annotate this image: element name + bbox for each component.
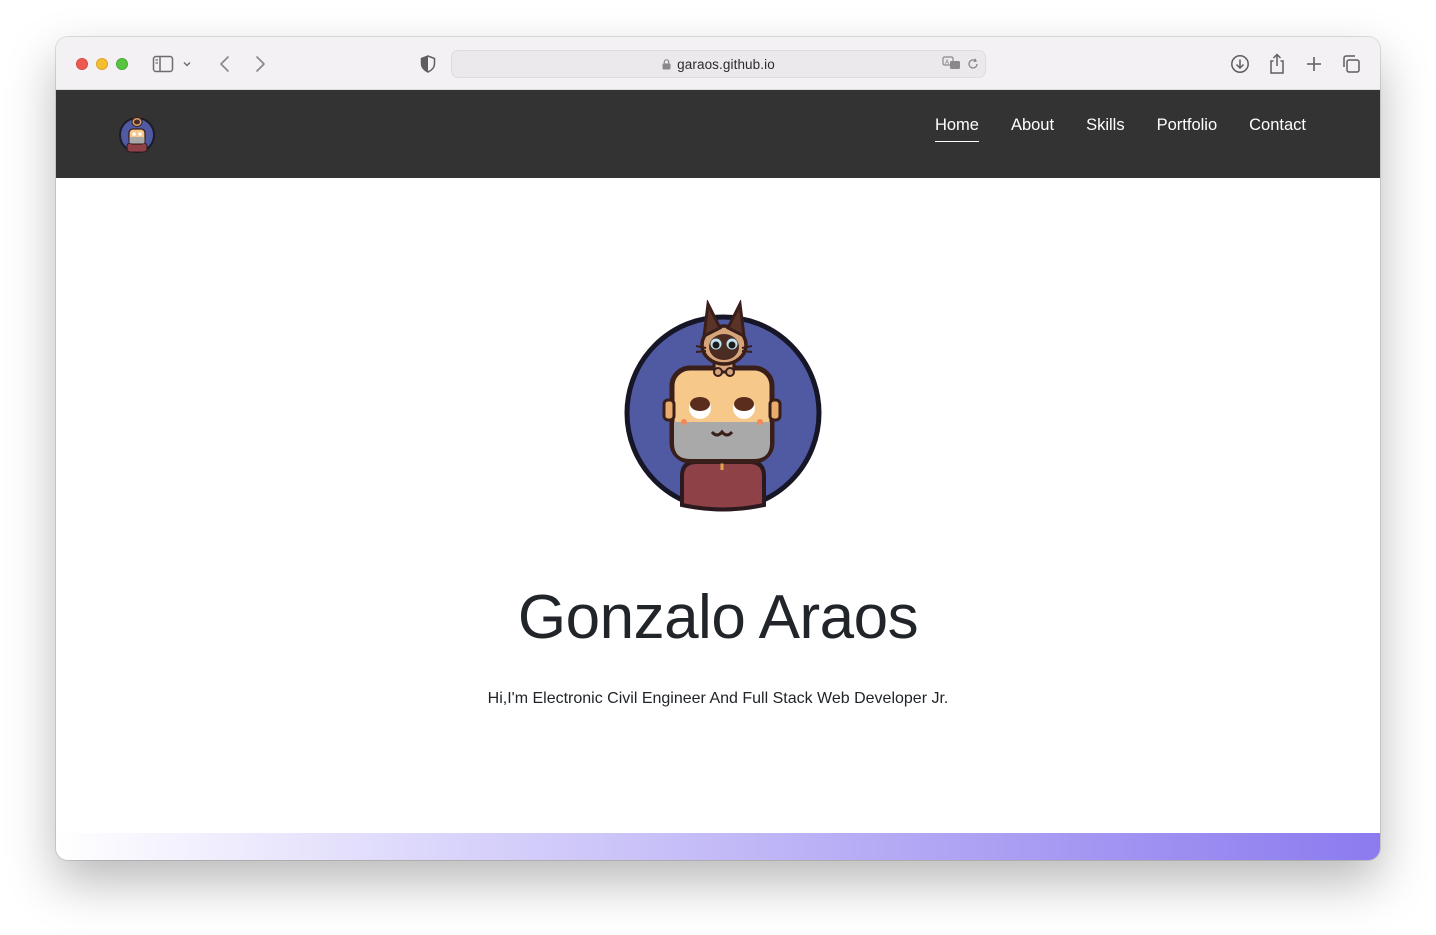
sidebar-icon[interactable]: [151, 52, 175, 76]
reload-icon[interactable]: [967, 58, 979, 70]
nav-link-contact[interactable]: Contact: [1249, 116, 1306, 142]
site-navbar: Home About Skills Portfolio Contact: [56, 90, 1380, 178]
nav-link-about[interactable]: About: [1011, 116, 1054, 142]
hero-section: Gonzalo Araos Hi,I'm Electronic Civil En…: [56, 178, 1380, 833]
gradient-footer-bar: [56, 833, 1380, 860]
share-icon[interactable]: [1265, 52, 1289, 76]
nav-links: Home About Skills Portfolio Contact: [934, 116, 1306, 142]
forward-icon[interactable]: [248, 52, 272, 76]
nav-link-skills[interactable]: Skills: [1086, 116, 1125, 142]
back-icon[interactable]: [213, 52, 237, 76]
hero-subtitle: Hi,I'm Electronic Civil Engineer And Ful…: [487, 690, 949, 707]
translate-icon[interactable]: A: [942, 56, 962, 70]
lock-icon: [662, 58, 671, 73]
maximize-window-button[interactable]: [116, 58, 128, 70]
browser-window: garaos.github.io A Home About Skills Por…: [56, 37, 1380, 860]
close-window-button[interactable]: [76, 58, 88, 70]
nav-link-home[interactable]: Home: [934, 116, 979, 142]
nav-link-portfolio[interactable]: Portfolio: [1157, 116, 1218, 142]
hero-title: Gonzalo Araos: [517, 583, 919, 652]
download-icon[interactable]: [1228, 52, 1252, 76]
address-bar[interactable]: garaos.github.io A: [451, 50, 986, 78]
browser-toolbar: garaos.github.io A: [56, 37, 1380, 90]
minimize-window-button[interactable]: [96, 58, 108, 70]
tab-overview-icon[interactable]: [1339, 52, 1363, 76]
privacy-shield-icon[interactable]: [416, 52, 440, 76]
site-logo[interactable]: [116, 112, 158, 154]
chevron-down-icon[interactable]: [180, 52, 194, 76]
profile-avatar: [622, 298, 826, 512]
url-text: garaos.github.io: [677, 57, 775, 72]
new-tab-icon[interactable]: [1302, 52, 1326, 76]
